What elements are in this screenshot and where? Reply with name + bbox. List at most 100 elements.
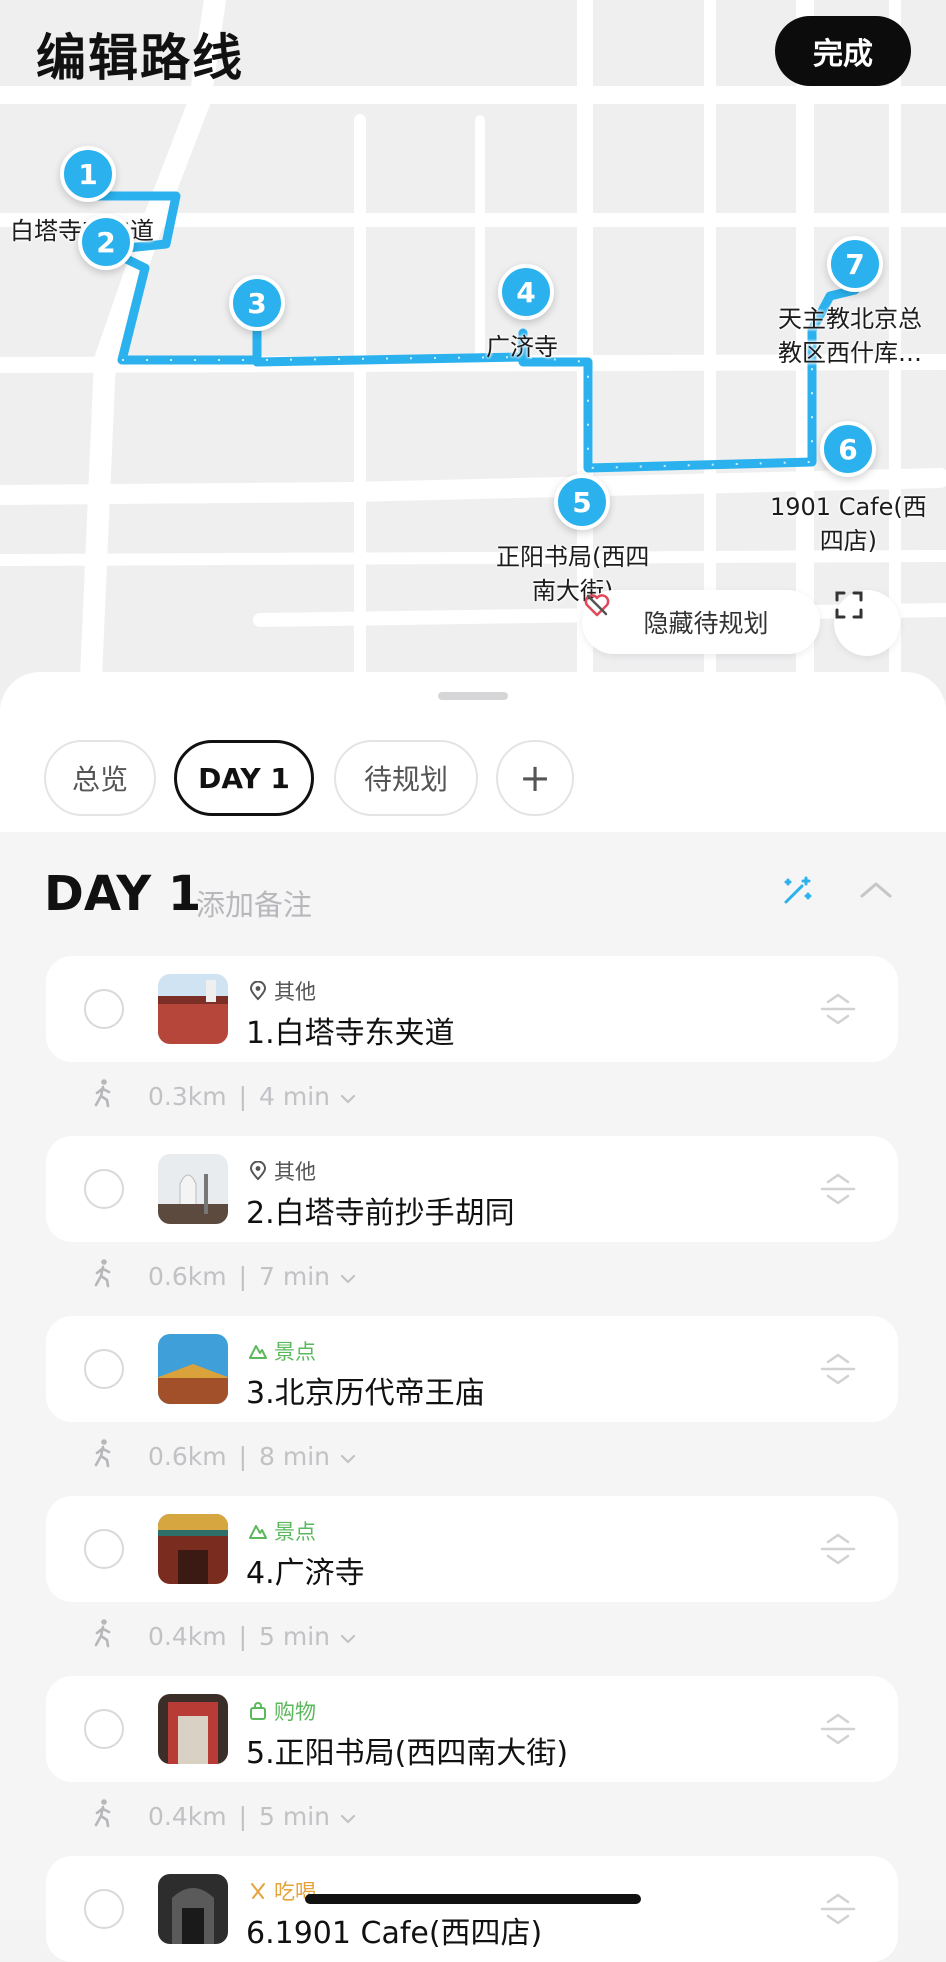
- stop-category-label: 购物: [274, 1700, 316, 1724]
- home-indicator[interactable]: [305, 1894, 641, 1904]
- add-note-input[interactable]: 添加备注: [196, 882, 312, 924]
- stop-card[interactable]: 吃喝 6.1901 Cafe(西四店): [46, 1856, 898, 1962]
- walking-icon: [90, 1438, 116, 1474]
- stop-name: 2.白塔寺前抄手胡同: [246, 1196, 515, 1231]
- stop-card[interactable]: 购物 5.正阳书局(西四南大街): [46, 1676, 898, 1782]
- stop-category: 景点: [248, 1336, 316, 1366]
- fullscreen-button[interactable]: [834, 590, 900, 656]
- stop-category-label: 其他: [274, 980, 316, 1004]
- leg-distance: 0.3km: [148, 1081, 227, 1111]
- leg-duration: 7 min: [259, 1261, 331, 1291]
- map-marker-1[interactable]: 1: [60, 146, 116, 202]
- sheet-grabber[interactable]: [438, 692, 508, 700]
- stop-name: 5.正阳书局(西四南大街): [246, 1736, 569, 1771]
- drag-handle-icon[interactable]: [818, 1892, 858, 1930]
- chevron-down-icon: [340, 1082, 356, 1111]
- stop-name: 1.白塔寺东夹道: [246, 1016, 455, 1051]
- map-label-stop-5-line1: 正阳书局(西四: [496, 543, 650, 571]
- stop-card[interactable]: 景点 4.广济寺: [46, 1496, 898, 1602]
- select-radio[interactable]: [84, 1169, 124, 1209]
- leg-duration: 5 min: [259, 1801, 331, 1831]
- day-title: DAY 1: [44, 866, 202, 922]
- stop-photo: [158, 1334, 228, 1404]
- chevron-down-icon: [340, 1622, 356, 1651]
- stop-name: 6.1901 Cafe(西四店): [246, 1916, 543, 1951]
- map-marker-2[interactable]: 2: [78, 214, 134, 270]
- stop-card[interactable]: 其他 2.白塔寺前抄手胡同: [46, 1136, 898, 1242]
- stop-category: 其他: [248, 1156, 316, 1186]
- route-line: [83, 191, 860, 473]
- cutlery-icon: [251, 1883, 265, 1899]
- add-day-button[interactable]: +: [496, 740, 574, 816]
- stop-name: 3.北京历代帝王庙: [246, 1376, 485, 1411]
- stop-category: 其他: [248, 976, 316, 1006]
- map-label-stop-7-line1: 天主教北京总: [778, 305, 922, 333]
- walking-icon: [90, 1618, 116, 1654]
- leg-separator: |: [238, 1081, 248, 1111]
- leg-duration: 8 min: [259, 1441, 331, 1471]
- itinerary-sheet: 总览 DAY 1 待规划 + DAY 1 添加备注 其他 1.白塔寺东夹道 0.…: [0, 672, 946, 1962]
- stop-photo: [158, 1874, 228, 1944]
- walk-leg[interactable]: 0.6km | 8 min: [90, 1436, 356, 1476]
- magic-wand-icon[interactable]: [776, 872, 816, 916]
- tab-day-1[interactable]: DAY 1: [174, 740, 314, 816]
- select-radio[interactable]: [84, 1349, 124, 1389]
- drag-handle-icon[interactable]: [818, 992, 858, 1030]
- map-marker-3[interactable]: 3: [229, 275, 285, 331]
- select-radio[interactable]: [84, 1529, 124, 1569]
- leg-distance: 0.4km: [148, 1801, 227, 1831]
- drag-handle-icon[interactable]: [818, 1712, 858, 1750]
- select-radio[interactable]: [84, 989, 124, 1029]
- map-marker-5[interactable]: 5: [554, 474, 610, 530]
- stop-photo: [158, 1514, 228, 1584]
- stop-photo: [158, 1154, 228, 1224]
- stop-photo: [158, 974, 228, 1044]
- stop-photo: [158, 1694, 228, 1764]
- leg-distance: 0.6km: [148, 1441, 227, 1471]
- select-radio[interactable]: [84, 1889, 124, 1929]
- stop-category-label: 其他: [274, 1160, 316, 1184]
- map-label-stop-7: 天主教北京总 教区西什库…: [778, 302, 922, 370]
- walk-leg[interactable]: 0.4km | 5 min: [90, 1616, 356, 1656]
- shopping-bag-icon: [250, 1702, 266, 1720]
- walk-leg[interactable]: 0.4km | 5 min: [90, 1796, 356, 1836]
- stop-category-label: 景点: [274, 1520, 316, 1544]
- map-marker-6[interactable]: 6: [820, 421, 876, 477]
- hide-unplanned-label: 隐藏待规划: [643, 609, 769, 638]
- leg-distance: 0.4km: [148, 1621, 227, 1651]
- chevron-up-icon[interactable]: [858, 878, 894, 906]
- route-map[interactable]: 编辑路线 完成 白塔寺东夹道 广济寺 正阳书局(西四 南大街) 1901 Caf…: [0, 0, 946, 700]
- stop-card[interactable]: 景点 3.北京历代帝王庙: [46, 1316, 898, 1422]
- leg-separator: |: [238, 1801, 248, 1831]
- walk-leg[interactable]: 0.3km | 4 min: [90, 1076, 356, 1116]
- walking-icon: [90, 1258, 116, 1294]
- walk-leg[interactable]: 0.6km | 7 min: [90, 1256, 356, 1296]
- stop-name: 4.广济寺: [246, 1556, 365, 1591]
- leg-separator: |: [238, 1621, 248, 1651]
- tab-overview[interactable]: 总览: [44, 740, 156, 816]
- leg-duration: 5 min: [259, 1621, 331, 1651]
- hide-unplanned-button[interactable]: 隐藏待规划: [582, 590, 820, 654]
- leg-separator: |: [238, 1441, 248, 1471]
- tab-unplanned[interactable]: 待规划: [334, 740, 478, 816]
- leg-distance: 0.6km: [148, 1261, 227, 1291]
- map-marker-7[interactable]: 7: [827, 236, 883, 292]
- drag-handle-icon[interactable]: [818, 1532, 858, 1570]
- stop-card[interactable]: 其他 1.白塔寺东夹道: [46, 956, 898, 1062]
- map-marker-4[interactable]: 4: [498, 264, 554, 320]
- select-radio[interactable]: [84, 1709, 124, 1749]
- drag-handle-icon[interactable]: [818, 1352, 858, 1390]
- stop-category-label: 景点: [274, 1340, 316, 1364]
- map-label-stop-4: 广济寺: [486, 333, 558, 361]
- road: [79, 0, 226, 700]
- done-button[interactable]: 完成: [775, 16, 911, 86]
- drag-handle-icon[interactable]: [818, 1172, 858, 1210]
- walking-icon: [90, 1078, 116, 1114]
- map-label-stop-7-line2: 教区西什库…: [778, 339, 922, 367]
- map-label-stop-6-line1: 1901 Cafe(西: [770, 493, 927, 521]
- chevron-down-icon: [340, 1802, 356, 1831]
- mountain-icon: [249, 1525, 267, 1539]
- page-title: 编辑路线: [36, 29, 244, 87]
- stop-category: 景点: [248, 1516, 316, 1546]
- chevron-down-icon: [340, 1442, 356, 1471]
